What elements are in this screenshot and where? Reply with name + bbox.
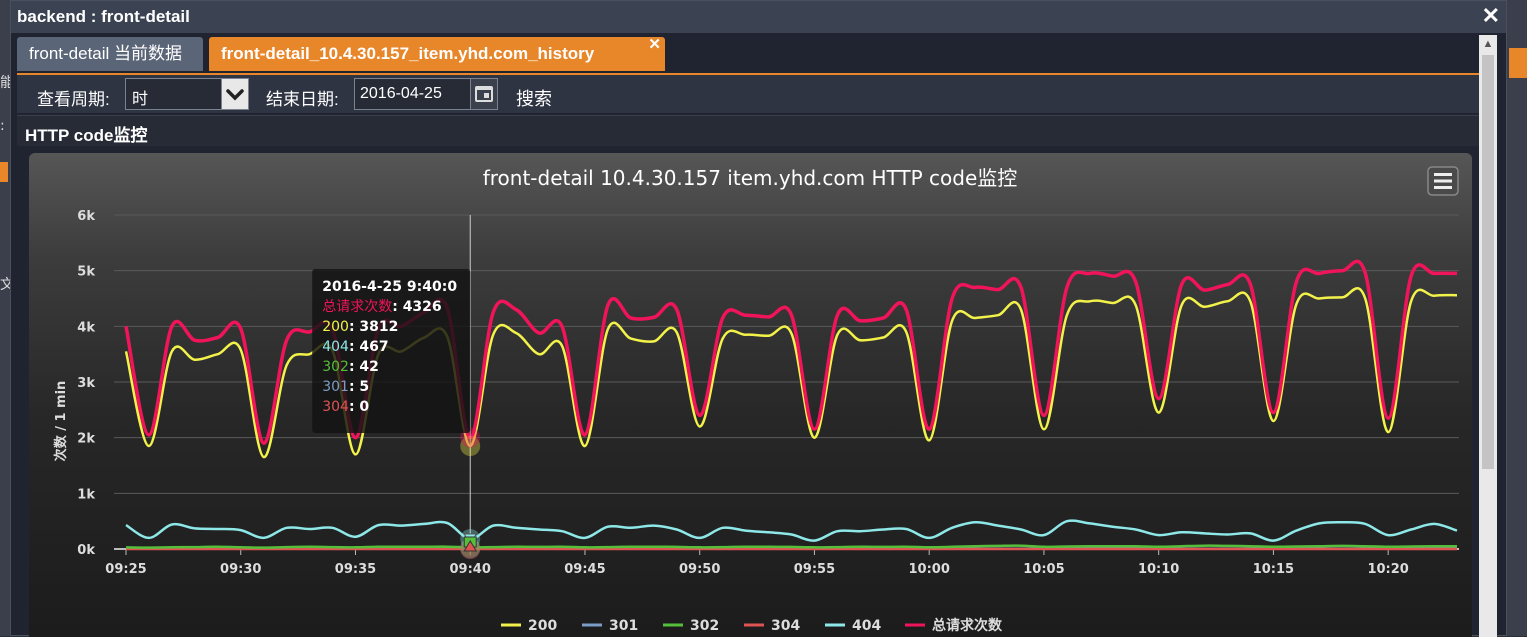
tooltip-title: 2016-4-25 9:40:0 <box>322 279 457 295</box>
scrollbar-thumb[interactable] <box>1482 55 1494 469</box>
y-tick-label: 2k <box>77 432 95 447</box>
y-tick-label: 6k <box>77 209 95 224</box>
legend-item-总请求次数[interactable]: 总请求次数 <box>932 617 1003 634</box>
scroll-up-icon[interactable]: ▲ <box>1479 35 1497 53</box>
tab-current-data[interactable]: front-detail 当前数据 <box>17 37 203 71</box>
legend-item-200[interactable]: 200 <box>528 618 557 634</box>
dialog-titlebar: backend : front-detail ✕ <box>11 1 1506 33</box>
end-date-input[interactable]: 2016-04-25 <box>354 78 498 110</box>
calendar-icon[interactable] <box>470 79 497 109</box>
chart-tooltip: 2016-4-25 9:40:0 总请求次数: 4326 200: 3812 404:… <box>312 269 470 433</box>
background-selected-marker <box>1509 48 1527 78</box>
tab-history[interactable]: front-detail_10.4.30.157_item.yhd.com_hi… <box>209 37 665 71</box>
end-date-value: 2016-04-25 <box>360 85 442 103</box>
y-tick-label: 5k <box>77 265 95 280</box>
period-value: 时 <box>132 85 148 109</box>
tab-close-icon[interactable]: ✕ <box>648 28 661 62</box>
background-right-panel <box>1505 0 1527 636</box>
y-tick-label: 4k <box>77 320 95 335</box>
x-tick-label: 09:50 <box>679 562 720 577</box>
period-select[interactable]: 时 <box>125 78 249 110</box>
x-tick-label: 09:45 <box>564 562 605 577</box>
tooltip-row: 302: 42 <box>322 359 379 375</box>
x-tick-label: 09:25 <box>105 562 146 577</box>
panel-title: HTTP code监控 <box>25 121 147 146</box>
y-tick-label: 0k <box>77 543 95 558</box>
x-tick-label: 10:00 <box>908 562 949 577</box>
tab-bar: front-detail 当前数据 front-detail_10.4.30.1… <box>17 35 1481 76</box>
series-line-302 <box>126 546 1457 548</box>
x-tick-label: 09:30 <box>220 562 261 577</box>
dialog-window: backend : front-detail ✕ front-detail 当前… <box>10 0 1507 636</box>
x-tick-label: 10:10 <box>1138 562 1179 577</box>
chart-legend: 200 301 302 304 404 总请求次数 <box>501 617 1003 634</box>
legend-item-304[interactable]: 304 <box>771 618 800 634</box>
x-tick-label: 09:55 <box>794 562 835 577</box>
x-tick-label: 10:15 <box>1253 562 1294 577</box>
y-axis-label: 次数 / 1 min <box>53 381 69 462</box>
chevron-down-icon[interactable] <box>221 79 248 109</box>
http-code-chart: 0k 1k 2k 3k 4k 5k 6k 09:25 09:30 09:35 09:40 09:45… <box>29 153 1472 637</box>
tooltip-row: 301: 5 <box>322 379 369 395</box>
end-date-label: 结束日期: <box>266 85 339 110</box>
filter-toolbar: 查看周期: 时 结束日期: 2016-04-25 搜索 <box>17 75 1481 113</box>
tooltip-row: 总请求次数: 4326 <box>322 299 441 315</box>
tooltip-row: 304: 0 <box>322 399 369 415</box>
chart-title: front-detail 10.4.30.157 item.yhd.com HT… <box>483 166 1018 190</box>
background-selected-marker <box>0 162 8 182</box>
hamburger-menu-icon[interactable] <box>1428 167 1458 195</box>
legend-item-301[interactable]: 301 <box>609 618 638 634</box>
x-tick-label: 09:40 <box>450 562 491 577</box>
dialog-title: backend : front-detail <box>17 7 190 27</box>
tab-label: front-detail 当前数据 <box>29 44 182 63</box>
y-tick-label: 1k <box>77 487 95 502</box>
background-text-fragment: : <box>0 118 5 134</box>
x-tick-label: 10:05 <box>1023 562 1064 577</box>
tooltip-row: 200: 3812 <box>322 319 398 335</box>
vertical-scrollbar[interactable]: ▲ <box>1479 35 1497 637</box>
y-axis-ticks: 0k 1k 2k 3k 4k 5k 6k <box>77 209 95 558</box>
tab-label: front-detail_10.4.30.157_item.yhd.com_hi… <box>221 44 594 63</box>
y-tick-label: 3k <box>77 376 95 391</box>
search-button[interactable]: 搜索 <box>516 85 552 111</box>
panel-header: HTTP code监控 <box>17 115 1481 146</box>
close-icon[interactable]: ✕ <box>1482 3 1500 29</box>
tooltip-row: 404: 467 <box>322 339 388 355</box>
series-line-404 <box>126 521 1457 541</box>
legend-item-404[interactable]: 404 <box>852 618 881 634</box>
x-tick-label: 09:35 <box>335 562 376 577</box>
x-axis-ticks: 09:25 09:30 09:35 09:40 09:45 09:50 09:55 10:00… <box>105 549 1409 577</box>
period-label: 查看周期: <box>37 85 110 110</box>
legend-item-302[interactable]: 302 <box>690 618 719 634</box>
x-tick-label: 10:20 <box>1367 562 1408 577</box>
chart-container: 0k 1k 2k 3k 4k 5k 6k 09:25 09:30 09:35 09:40 09:45… <box>29 153 1472 637</box>
